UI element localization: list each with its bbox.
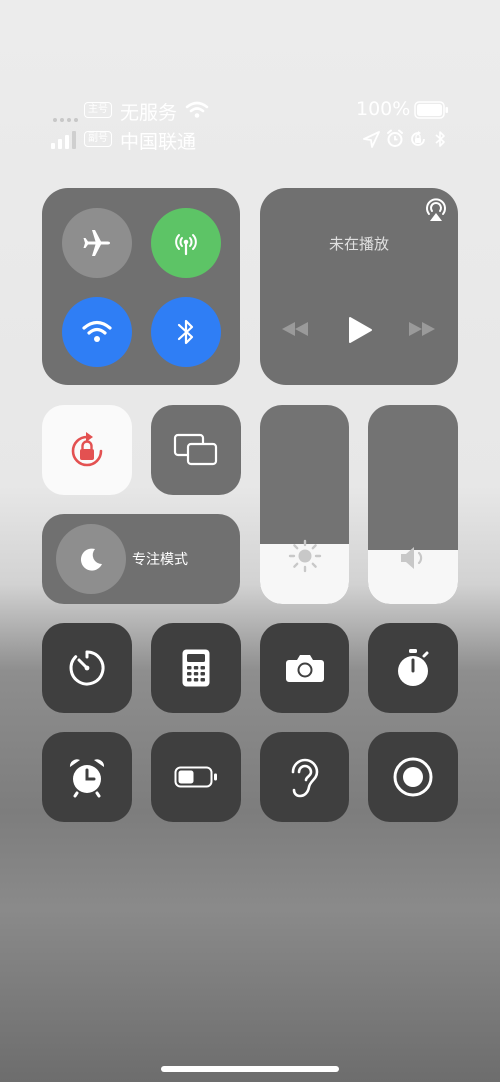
status-row-primary-sim: 主号 无服务 100% xyxy=(0,98,500,124)
alarm-status-icon xyxy=(386,129,404,152)
cellular-signal-sim1-icon xyxy=(52,108,78,127)
wifi-icon xyxy=(82,320,112,342)
brightness-slider[interactable] xyxy=(260,405,349,604)
screen-mirroring-button[interactable] xyxy=(151,405,241,495)
cellular-signal-sim2-icon xyxy=(51,131,77,153)
screen-mirroring-icon xyxy=(173,433,218,466)
bluetooth-status-icon xyxy=(434,130,446,152)
volume-speaker-wrap xyxy=(399,544,429,576)
sim1-carrier: 无服务 xyxy=(120,102,178,124)
moon-icon xyxy=(80,548,102,571)
sun-icon xyxy=(288,539,322,573)
ear-icon xyxy=(291,758,318,798)
alarm-button[interactable] xyxy=(42,732,132,822)
low-power-mode-button[interactable] xyxy=(151,732,241,822)
battery-icon xyxy=(174,766,217,788)
fast-forward-icon xyxy=(409,322,435,336)
sim2-carrier: 中国联通 xyxy=(120,131,197,153)
airplane-icon xyxy=(83,230,110,256)
orientation-lock-status-icon xyxy=(409,130,427,152)
timer-icon xyxy=(69,650,105,686)
stopwatch-icon xyxy=(398,649,429,686)
now-playing-title: 未在播放 xyxy=(328,235,389,253)
sim1-badge: 主号 xyxy=(84,102,112,118)
screen-recording-button[interactable] xyxy=(368,732,458,822)
airplane-mode-button[interactable] xyxy=(62,208,132,278)
brightness-sun-wrap xyxy=(288,539,322,577)
calculator-button[interactable] xyxy=(151,623,241,713)
volume-slider[interactable] xyxy=(368,405,458,604)
antenna-icon xyxy=(175,234,197,256)
airplay-button[interactable] xyxy=(422,196,450,228)
speaker-icon xyxy=(401,547,423,569)
camera-button[interactable] xyxy=(260,623,349,713)
focus-icon-circle xyxy=(56,524,126,594)
bluetooth-icon xyxy=(177,319,194,345)
focus-mode-button[interactable]: 专注模式 xyxy=(42,514,240,604)
battery-percent: 100% xyxy=(356,98,411,120)
airplay-icon xyxy=(426,198,446,221)
rewind-button[interactable] xyxy=(280,320,310,342)
connectivity-panel xyxy=(42,188,240,385)
battery-status-icon xyxy=(414,101,450,123)
fast-forward-button[interactable] xyxy=(407,320,437,342)
rotation-lock-icon xyxy=(71,432,103,467)
cellular-data-button[interactable] xyxy=(151,208,221,278)
stopwatch-button[interactable] xyxy=(368,623,458,713)
record-icon xyxy=(393,757,433,797)
sim2-badge: 副号 xyxy=(84,131,112,147)
location-icon xyxy=(363,131,380,152)
bluetooth-toggle-button[interactable] xyxy=(151,297,221,367)
play-icon xyxy=(349,317,372,343)
timer-button[interactable] xyxy=(42,623,132,713)
camera-icon xyxy=(285,655,324,682)
orientation-lock-button[interactable] xyxy=(42,405,132,495)
rewind-icon xyxy=(282,322,308,336)
calculator-icon xyxy=(182,649,210,687)
status-row-secondary-sim: 副号 中国联通 xyxy=(0,127,500,153)
wifi-status-icon xyxy=(185,101,209,123)
hearing-button[interactable] xyxy=(260,732,349,822)
home-indicator[interactable] xyxy=(161,1066,339,1072)
wifi-toggle-button[interactable] xyxy=(62,297,132,367)
focus-mode-label: 专注模式 xyxy=(132,552,188,568)
play-button[interactable] xyxy=(347,316,373,348)
now-playing-panel: 未在播放 xyxy=(260,188,458,385)
alarm-clock-icon xyxy=(69,759,105,798)
